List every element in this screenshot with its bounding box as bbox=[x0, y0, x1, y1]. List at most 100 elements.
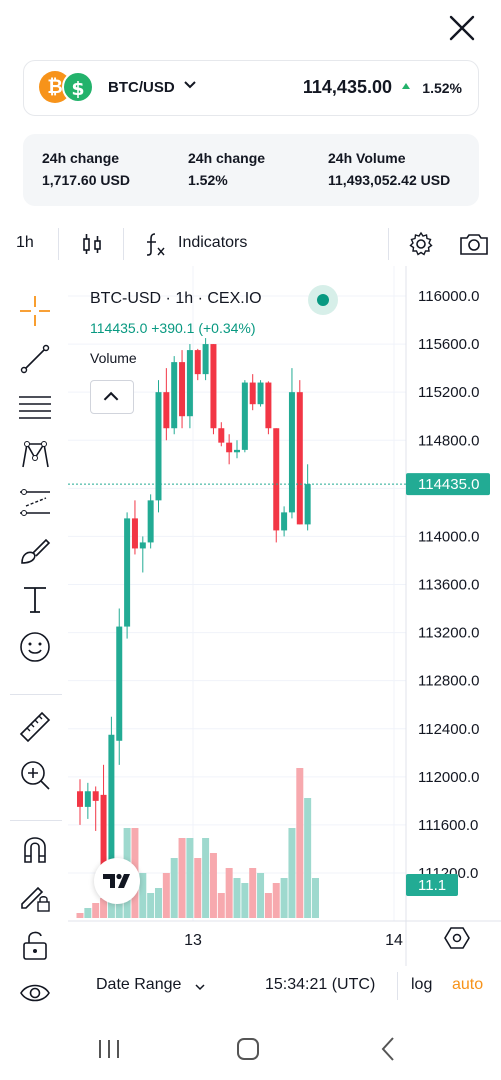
chart-legend-title: BTC-USD · 1h · CEX.IO bbox=[90, 290, 262, 307]
text-tool[interactable] bbox=[18, 582, 52, 616]
price-axis-label: 112400.0 bbox=[418, 721, 479, 738]
divider bbox=[10, 694, 62, 695]
chevron-down-icon[interactable] bbox=[194, 981, 206, 993]
candle-body bbox=[273, 428, 280, 531]
clock-utc[interactable]: 15:34:21 (UTC) bbox=[265, 976, 375, 994]
price-axis-label: 115200.0 bbox=[418, 384, 479, 401]
candle-body bbox=[226, 442, 233, 453]
price-axis-label: 113200.0 bbox=[418, 625, 479, 642]
home-icon[interactable] bbox=[233, 1034, 263, 1064]
scale-settings-icon bbox=[444, 927, 470, 949]
crosshair-tool[interactable] bbox=[18, 294, 52, 328]
magnet-tool[interactable] bbox=[18, 832, 52, 866]
fx-icon[interactable] bbox=[141, 230, 169, 258]
chevron-up-icon bbox=[103, 391, 119, 401]
volume-bar bbox=[280, 878, 288, 918]
stat-value: 11,493,052.42 USD bbox=[328, 172, 451, 188]
candle-body bbox=[257, 382, 264, 405]
forecast-icon bbox=[20, 489, 50, 516]
gear-icon[interactable] bbox=[407, 230, 435, 258]
candle-body bbox=[131, 518, 138, 549]
emoji-tool[interactable] bbox=[18, 630, 52, 664]
date-range-button[interactable]: Date Range bbox=[96, 976, 181, 994]
text-icon bbox=[24, 587, 46, 613]
interval-button[interactable]: 1h bbox=[16, 234, 34, 252]
stat-label: 24h change bbox=[188, 150, 266, 166]
close-button[interactable] bbox=[446, 12, 478, 44]
log-scale-button[interactable]: log bbox=[411, 976, 432, 994]
back-icon[interactable] bbox=[374, 1034, 404, 1064]
candle-body bbox=[139, 542, 146, 549]
recent-apps-icon[interactable] bbox=[94, 1034, 124, 1064]
chart-toolbar: 1h Indicators bbox=[0, 222, 501, 266]
volume-bar bbox=[257, 873, 265, 918]
collapse-legend-button[interactable] bbox=[90, 380, 134, 414]
indicators-button[interactable]: Indicators bbox=[178, 234, 247, 252]
chevron-down-icon[interactable] bbox=[182, 77, 198, 93]
live-indicator bbox=[308, 285, 338, 315]
volume-legend: Volume bbox=[90, 350, 137, 366]
price-axis-label: 115600.0 bbox=[418, 336, 479, 353]
last-price: 114,435.00 bbox=[302, 77, 392, 97]
candle-body bbox=[92, 791, 99, 801]
volume-bar bbox=[264, 893, 272, 918]
candle-body bbox=[218, 428, 225, 443]
brush-icon bbox=[21, 538, 51, 564]
zoom-in-icon bbox=[21, 761, 50, 790]
candle-body bbox=[288, 392, 295, 513]
volume-tag-text: 11.1 bbox=[418, 877, 446, 894]
volume-bar bbox=[312, 878, 319, 918]
divider bbox=[388, 228, 389, 260]
price-axis-label: 114800.0 bbox=[418, 432, 479, 449]
camera-icon[interactable] bbox=[458, 230, 490, 258]
pattern-tool[interactable] bbox=[18, 438, 52, 472]
price-change-pct: 1.52% bbox=[422, 80, 462, 96]
magnet-icon bbox=[24, 837, 46, 863]
tradingview-icon bbox=[103, 873, 130, 888]
divider bbox=[123, 228, 124, 260]
candle-body bbox=[304, 484, 311, 525]
candle-body bbox=[241, 382, 248, 450]
lock-drawings-tool[interactable] bbox=[18, 880, 52, 914]
lock-all-tool[interactable] bbox=[18, 928, 52, 962]
price-axis-label: 113600.0 bbox=[418, 577, 479, 594]
pair-label: BTC/USD bbox=[108, 79, 175, 96]
tradingview-logo[interactable] bbox=[94, 858, 140, 904]
candle-body bbox=[234, 449, 240, 453]
candle-body bbox=[108, 734, 115, 873]
drawing-toolbar bbox=[0, 282, 68, 1022]
pattern-icon bbox=[22, 441, 49, 468]
current-price-tag-text: 114435.0 bbox=[418, 476, 479, 493]
volume-bar bbox=[147, 893, 155, 918]
candle-body bbox=[124, 518, 131, 627]
usd-coin-icon: $ bbox=[62, 71, 94, 103]
stats-card: 24h change 1,717.60 USD 24h change 1.52%… bbox=[23, 134, 479, 206]
zoom-tool[interactable] bbox=[18, 758, 52, 792]
candle-body bbox=[210, 344, 217, 429]
stat-value: 1,717.60 USD bbox=[42, 172, 130, 188]
candles-icon[interactable] bbox=[78, 230, 106, 258]
trend-line-tool[interactable] bbox=[18, 342, 52, 376]
volume-bar bbox=[233, 878, 241, 918]
pencil-lock-icon bbox=[21, 886, 50, 912]
candle-body bbox=[281, 512, 288, 531]
price-axis-label: 112000.0 bbox=[418, 769, 479, 786]
ruler-icon bbox=[19, 711, 51, 743]
forecast-tool[interactable] bbox=[18, 486, 52, 520]
auto-scale-button[interactable]: auto bbox=[452, 976, 483, 994]
volume-bar bbox=[209, 853, 217, 918]
volume-bar bbox=[139, 873, 147, 918]
fib-retracement-tool[interactable] bbox=[18, 390, 52, 424]
candle-body bbox=[265, 382, 272, 429]
live-dot-icon bbox=[317, 294, 329, 306]
volume-bar bbox=[249, 868, 257, 918]
measure-tool[interactable] bbox=[18, 710, 52, 744]
unlock-icon bbox=[23, 931, 47, 960]
candle-body bbox=[179, 362, 186, 417]
candle-body bbox=[202, 344, 209, 375]
ticker-card[interactable]: ₿ $ BTC/USD 114,435.00 1.52% bbox=[23, 60, 479, 116]
stat-label: 24h Volume bbox=[328, 150, 406, 166]
brush-tool[interactable] bbox=[18, 534, 52, 568]
volume-bar bbox=[225, 868, 233, 918]
crosshair-icon bbox=[20, 296, 50, 326]
